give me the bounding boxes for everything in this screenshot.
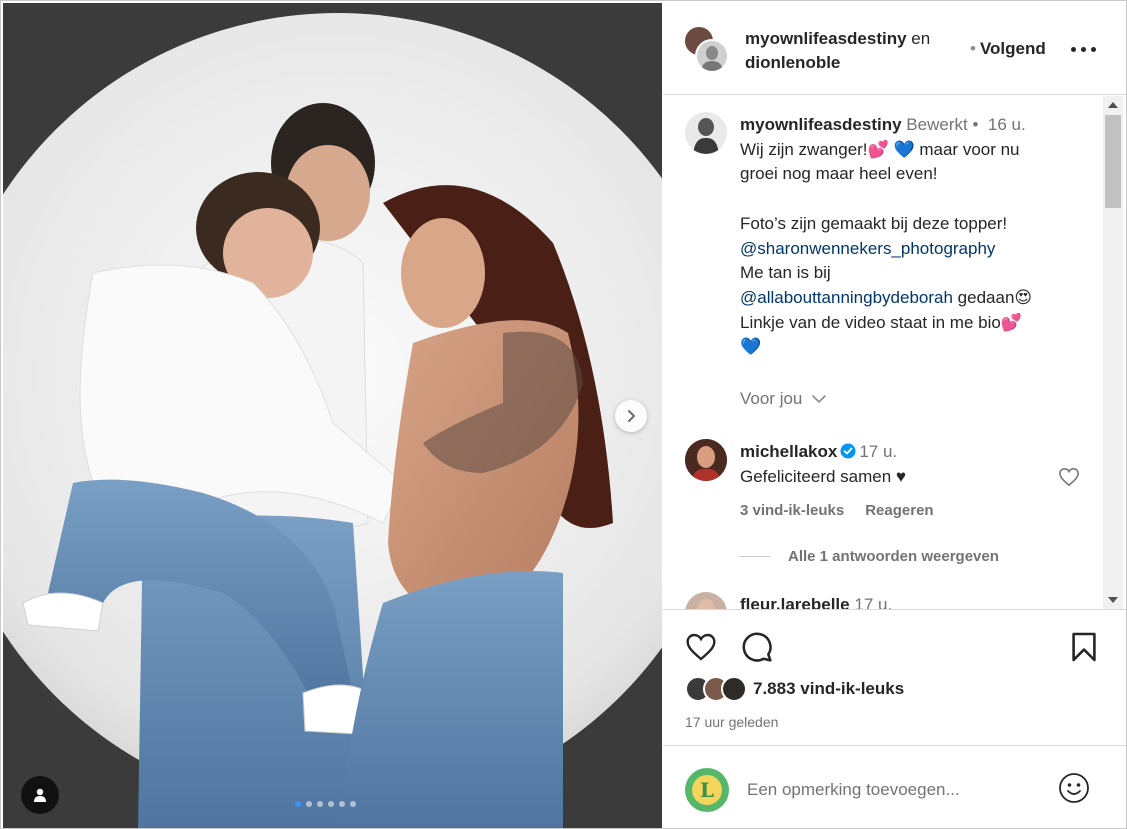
heart-icon[interactable] (1058, 467, 1080, 487)
comment-time[interactable]: 17 u. (859, 442, 897, 461)
post-sidebar: myownlifeasdestiny en dionlenoble • Volge… (663, 3, 1126, 828)
comment-likes[interactable]: 3 vind-ik-leuks (740, 502, 844, 519)
caption-line: Foto’s zijn gemaakt bij deze topper! (740, 213, 1008, 233)
carousel-dot (306, 801, 312, 807)
chevron-down-icon (812, 395, 826, 404)
following-button[interactable]: • Volgend (970, 39, 1046, 59)
for-you-toggle[interactable]: Voor jou (740, 389, 827, 409)
comment-time[interactable]: 17 u. (854, 595, 892, 609)
user-tag-icon (34, 788, 46, 802)
comment-username[interactable]: fleur.larebelle (740, 595, 850, 609)
carousel-dot (317, 801, 323, 807)
caption-line: Wij zijn zwanger! (740, 139, 868, 159)
view-replies-button[interactable]: Alle 1 antwoorden weergeven (740, 548, 999, 565)
pink-hearts-emoji-icon: 💕 (1000, 312, 1022, 332)
caption-line: Linkje van de video staat in me bio (740, 312, 1001, 332)
post-authors: myownlifeasdestiny en dionlenoble (745, 27, 930, 75)
coauthor-username[interactable]: dionlenoble (745, 53, 840, 72)
avatar[interactable] (685, 112, 727, 154)
caption-separator: • (972, 115, 979, 134)
avatar[interactable] (685, 439, 727, 481)
heart-eyes-emoji-icon: 😍 (1014, 287, 1033, 307)
view-replies-label: Alle 1 antwoorden weergeven (788, 548, 999, 565)
chevron-right-icon (628, 410, 635, 422)
add-comment-bar: L (663, 745, 1126, 828)
caption-time[interactable]: 16 u. (988, 115, 1026, 134)
comment-text: Gefeliciteerd samen ♥ (740, 467, 906, 486)
blue-heart-emoji-icon: 💙 (893, 139, 915, 159)
emoji-icon[interactable] (1058, 772, 1090, 804)
post-timestamp[interactable]: 17 uur geleden (685, 714, 778, 730)
more-icon[interactable] (1071, 47, 1096, 52)
bookmark-icon[interactable] (1071, 631, 1097, 663)
carousel-dot (328, 801, 334, 807)
post-header: myownlifeasdestiny en dionlenoble • Volge… (663, 3, 1126, 95)
photographer-mention-link[interactable]: @sharonwennekers_photography (740, 239, 995, 258)
pink-hearts-emoji-icon: 💕 (867, 139, 889, 159)
carousel-dot (339, 801, 345, 807)
caption-line: maar voor nu (919, 139, 1020, 159)
blue-heart-emoji-icon: 💙 (740, 337, 762, 357)
post-actions: 7.883 vind-ik-leuks 17 uur geleden (663, 609, 1126, 745)
carousel-dot (295, 801, 301, 807)
divider (740, 556, 770, 557)
reply-button[interactable]: Reageren (865, 502, 933, 519)
caption-edited: Bewerkt (906, 115, 968, 134)
caption-line: gedaan (957, 287, 1015, 307)
verified-icon (840, 443, 856, 459)
comment-header: michellakox 17 u. (740, 442, 897, 462)
tagged-users-button[interactable] (21, 776, 59, 814)
following-label: Volgend (979, 39, 1046, 58)
post-dialog: myownlifeasdestiny en dionlenoble • Volge… (0, 0, 1127, 829)
comment-input[interactable] (747, 778, 1037, 802)
avatar (721, 676, 747, 702)
scrollbar[interactable] (1103, 96, 1123, 609)
avatar[interactable] (685, 592, 727, 609)
author-avatars[interactable] (683, 25, 729, 73)
for-you-label: Voor jou (740, 389, 803, 408)
carousel-indicator (295, 801, 356, 807)
avatar: L (685, 768, 729, 812)
next-slide-button[interactable] (615, 400, 647, 432)
svg-text:L: L (700, 778, 714, 802)
comments-scroll-area[interactable]: myownlifeasdestiny Bewerkt • 16 u. Wij z… (663, 96, 1126, 609)
post-media[interactable] (3, 3, 662, 828)
tanning-mention-link[interactable]: @allabouttanningbydeborah (740, 288, 953, 307)
scrollbar-thumb[interactable] (1105, 115, 1121, 208)
comment-username[interactable]: michellakox (740, 442, 837, 461)
likes-count[interactable]: 7.883 vind-ik-leuks (753, 679, 904, 699)
author-username[interactable]: myownlifeasdestiny (745, 29, 907, 48)
scroll-up-arrow-icon[interactable] (1108, 102, 1118, 108)
follow-bullet: • (970, 39, 976, 58)
comment-icon[interactable] (741, 631, 773, 663)
caption-line: Me tan is bij (740, 263, 831, 283)
post-caption: myownlifeasdestiny Bewerkt • 16 u. Wij z… (740, 113, 1090, 360)
caption-username[interactable]: myownlifeasdestiny (740, 115, 902, 134)
carousel-dot (350, 801, 356, 807)
scroll-down-arrow-icon[interactable] (1108, 597, 1118, 603)
comment-actions: 3 vind-ik-leuks Reageren (740, 502, 934, 519)
comment-header: fleur.larebelle 17 u. (740, 595, 892, 609)
likes-summary[interactable]: 7.883 vind-ik-leuks (685, 676, 904, 702)
heart-icon[interactable] (685, 632, 717, 662)
post-photo (3, 3, 662, 828)
avatar[interactable] (695, 39, 729, 73)
author-connector: en (911, 29, 931, 48)
caption-line: groei nog maar heel even! (740, 164, 938, 184)
